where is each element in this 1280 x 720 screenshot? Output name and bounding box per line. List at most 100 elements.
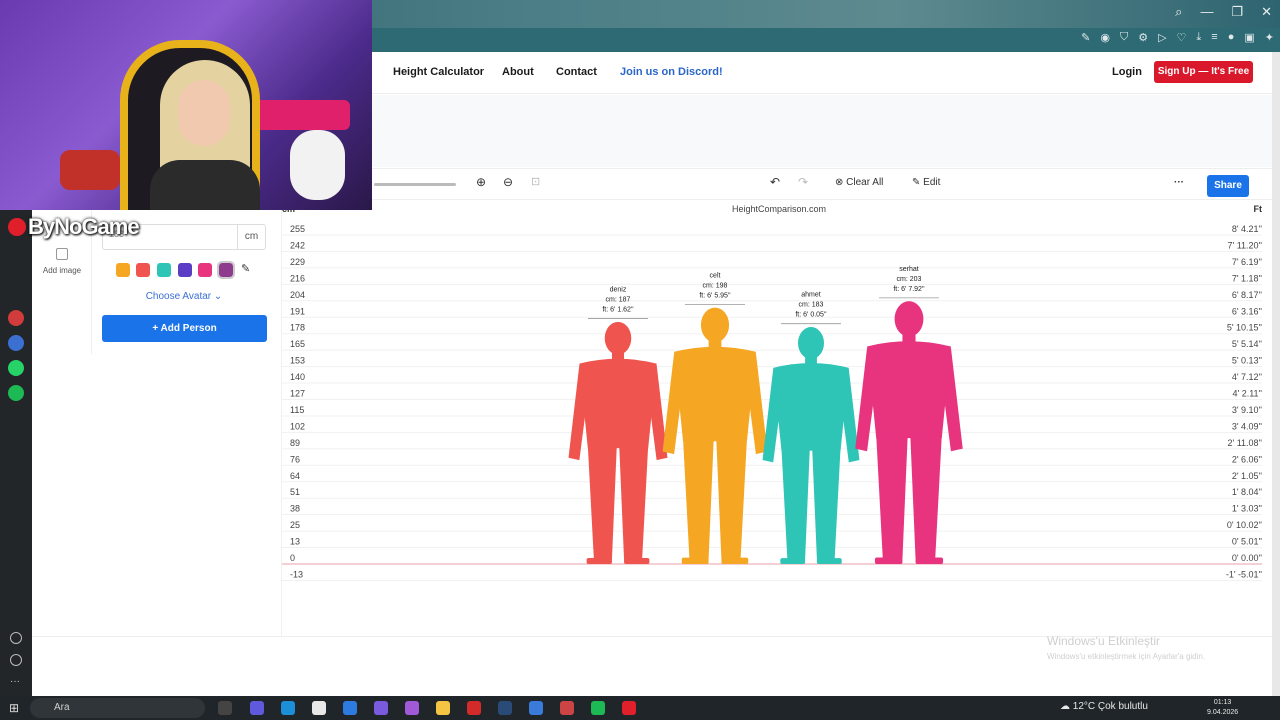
nav-about[interactable]: About (502, 66, 534, 78)
person-silhouette-celt[interactable] (662, 307, 768, 564)
ft-tick-label: 3' 9.10'' (1232, 405, 1262, 415)
color-swatch-pink[interactable] (198, 263, 212, 277)
discord-icon[interactable] (405, 701, 419, 715)
person-name-ahmet: ahmet (801, 292, 821, 299)
nav-height-calculator[interactable]: Height Calculator (393, 66, 484, 78)
more-button[interactable]: ··· (1174, 177, 1184, 188)
person-name-deniz: deniz (610, 287, 627, 294)
activation-watermark: Windows'u Etkinleştir Windows'u etkinleş… (1047, 634, 1205, 661)
folder-icon[interactable] (436, 701, 450, 715)
zoom-in-icon[interactable]: ⊕ (476, 175, 486, 189)
more-icon[interactable]: ··· (10, 676, 26, 692)
brand-logo: ByNoGame (8, 214, 140, 240)
cm-tick-label: 255 (290, 224, 305, 234)
person-silhouette-deniz[interactable] (568, 321, 668, 564)
task-view-icon[interactable] (218, 701, 232, 715)
signup-button[interactable]: Sign Up — It's Free (1154, 61, 1253, 83)
logo-icon (8, 218, 26, 236)
color-swatch-red[interactable] (136, 263, 150, 277)
cm-tick-label: 25 (290, 520, 300, 530)
person-ft-celt: ft: 6' 5.95'' (699, 292, 730, 299)
cm-tick-label: -13 (290, 569, 303, 579)
app-icon[interactable] (8, 310, 24, 326)
ft-tick-label: 6' 3.16'' (1232, 306, 1262, 316)
weather-widget[interactable]: ☁ 12°C Çok bulutlu (1060, 701, 1148, 712)
person-silhouette-ahmet[interactable] (762, 326, 860, 564)
recorder-icon[interactable] (622, 701, 636, 715)
chevron-down-icon: ⌄ (213, 291, 223, 302)
cm-tick-label: 229 (290, 257, 305, 267)
brand-name: ByNoGame (28, 214, 140, 239)
person-ft-deniz: ft: 6' 1.62'' (602, 307, 633, 314)
edge-icon[interactable] (281, 701, 295, 715)
spotify-icon[interactable] (8, 385, 24, 401)
mail-icon[interactable] (343, 701, 357, 715)
watermark-title: Windows'u Etkinleştir (1047, 634, 1160, 648)
ft-tick-label: 1' 8.04'' (1232, 487, 1262, 497)
clock-date: 9.04.2026 (1207, 709, 1239, 716)
clock[interactable]: 01:13 9.04.2026 (1207, 698, 1238, 718)
heart-icon[interactable] (10, 632, 22, 644)
shield-icon[interactable]: ⛉ (1120, 31, 1128, 44)
game-icon[interactable] (560, 701, 574, 715)
play-icon[interactable]: ▷ (1158, 31, 1166, 44)
choose-avatar-dropdown[interactable]: Choose Avatar ⌄ (102, 291, 266, 302)
add-person-button[interactable]: + Add Person (102, 315, 267, 342)
edit-button[interactable]: ✎ Edit (912, 177, 940, 188)
cm-tick-label: 242 (290, 240, 305, 250)
zoom-out-icon[interactable]: ⊖ (503, 175, 513, 189)
share-button[interactable]: Share (1207, 175, 1249, 197)
color-swatch-teal[interactable] (157, 263, 171, 277)
clear-icon: ⊗ (835, 177, 847, 188)
unit-label[interactable]: cm (237, 225, 265, 249)
redo-icon[interactable]: ↷ (798, 175, 808, 189)
camera-icon[interactable]: ◉ (1100, 31, 1110, 44)
streamer-face (178, 80, 230, 146)
ai-icon[interactable]: ✦ (1265, 31, 1274, 44)
store-icon[interactable] (312, 701, 326, 715)
windows-start-icon[interactable]: ⊞ (9, 701, 19, 715)
color-swatch-orange[interactable] (116, 263, 130, 277)
close-button[interactable]: ✕ (1261, 4, 1272, 20)
cm-tick-label: 165 (290, 339, 305, 349)
zoom-slider[interactable] (374, 183, 456, 186)
download-icon[interactable]: ⤓ (1196, 31, 1201, 44)
person-cm-ahmet: cm: 183 (799, 302, 824, 309)
minimize-button[interactable]: — (1200, 4, 1213, 20)
history-icon[interactable] (10, 654, 22, 666)
neon-sign (250, 100, 350, 130)
steam-icon[interactable] (498, 701, 512, 715)
copilot-app-icon[interactable] (374, 701, 388, 715)
restore-button[interactable]: ❐ (1231, 4, 1243, 20)
menu-icon[interactable]: ≡ (1211, 31, 1217, 44)
taskbar-search[interactable]: Ara (30, 698, 205, 718)
color-swatch-indigo[interactable] (178, 263, 192, 277)
copilot-icon[interactable] (250, 701, 264, 715)
color-swatch-purple[interactable] (217, 261, 235, 279)
chart-title: HeightComparison.com (732, 204, 826, 214)
search-icon[interactable]: ⌕ (1175, 4, 1182, 20)
app-icon[interactable] (529, 701, 543, 715)
messenger-icon[interactable] (8, 335, 24, 351)
fit-icon[interactable]: ⊡ (531, 175, 540, 188)
clear-all-button[interactable]: ⊗ Clear All (835, 177, 883, 188)
person-name-celt: celt (710, 272, 721, 279)
undo-icon[interactable]: ↶ (770, 175, 780, 189)
nav-discord[interactable]: Join us on Discord! (620, 66, 723, 78)
page-scrollbar[interactable] (1272, 52, 1280, 696)
profile-icon[interactable]: ● (1228, 31, 1235, 44)
login-link[interactable]: Login (1112, 66, 1142, 78)
settings-icon[interactable]: ⚙ (1138, 31, 1148, 44)
heart-icon[interactable]: ♡ (1177, 31, 1187, 44)
box-icon[interactable]: ▣ (1244, 31, 1254, 44)
whatsapp-icon[interactable] (8, 360, 24, 376)
webcam-overlay (0, 0, 372, 210)
weather-label: 12°C Çok bulutlu (1072, 701, 1148, 712)
image-icon[interactable] (56, 248, 68, 260)
browser-icon[interactable] (467, 701, 481, 715)
edit-icon[interactable]: ✎ (1081, 31, 1090, 44)
add-image-label[interactable]: Add image (32, 266, 92, 275)
eyedropper-icon[interactable]: ✎ (241, 262, 250, 275)
spotify-taskbar-icon[interactable] (591, 701, 605, 715)
nav-contact[interactable]: Contact (556, 66, 597, 78)
